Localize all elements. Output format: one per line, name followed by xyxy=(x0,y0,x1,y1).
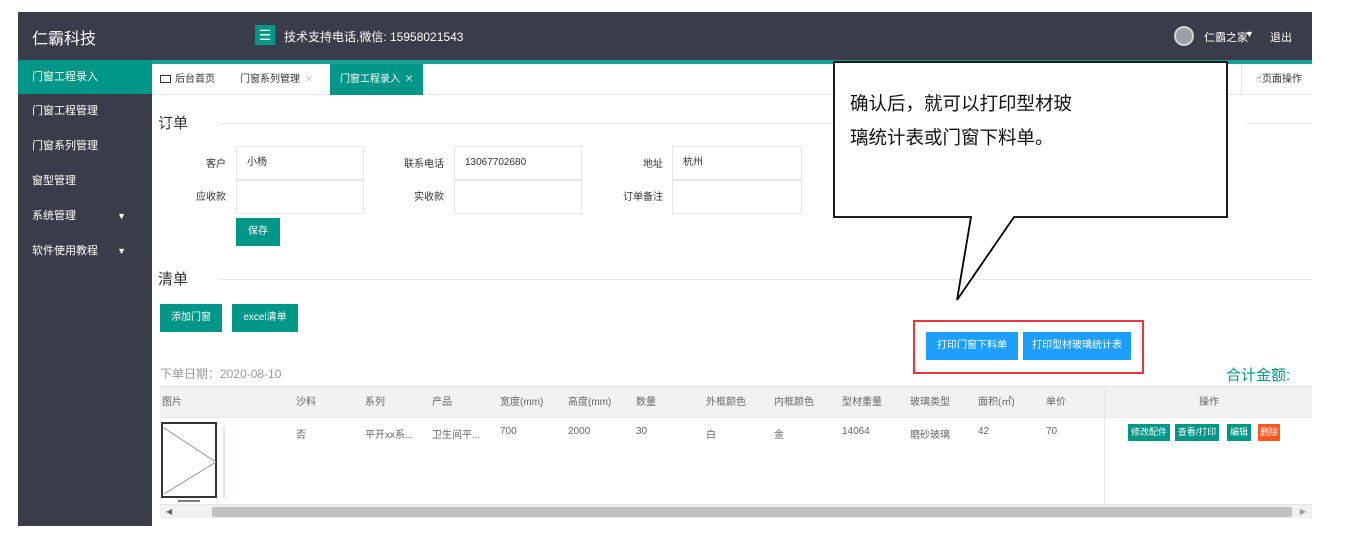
avatar[interactable] xyxy=(1174,26,1194,46)
view-print-button[interactable]: 查看/打印 xyxy=(1175,424,1219,441)
sidebar-item-label: 软件使用教程 xyxy=(32,245,98,257)
page-operations-button[interactable]: ☝页面操作 xyxy=(1240,64,1312,95)
scrollbar-thumb[interactable] xyxy=(212,507,1292,517)
column-header: 系列 xyxy=(365,397,385,408)
divider xyxy=(218,123,850,124)
column-header: 宽度(mm) xyxy=(500,397,544,408)
receivable-input[interactable] xyxy=(236,180,364,214)
logout-link[interactable]: 退出 xyxy=(1270,29,1292,45)
sidebar: 门窗工程录入 门窗工程管理 门窗系列管理 窗型管理 系统管理 ▼ 软件使用教程 … xyxy=(18,60,152,526)
sidebar-item-label: 门窗工程管理 xyxy=(32,105,98,117)
excel-list-button[interactable]: excel清单 xyxy=(232,304,298,332)
column-header: 产品 xyxy=(432,397,452,408)
divider xyxy=(160,123,176,124)
scroll-left-icon[interactable]: ◀ xyxy=(166,505,172,519)
order-note-input[interactable] xyxy=(672,180,802,214)
tab-project-entry[interactable]: 门窗工程录入 ✕ xyxy=(330,64,424,95)
total-amount-label: 合计金额: xyxy=(1226,367,1291,384)
sidebar-item-label: 门窗系列管理 xyxy=(32,140,98,152)
phone-input[interactable]: 13067702680 xyxy=(454,146,582,180)
sidebar-item-label: 窗型管理 xyxy=(32,175,76,187)
save-button[interactable]: 保存 xyxy=(236,218,280,246)
order-date: 下单日期：2020-08-10 xyxy=(160,367,282,381)
chevron-down-icon[interactable]: ▼ xyxy=(1245,29,1254,39)
cell-height: 2000 xyxy=(568,426,591,437)
sidebar-item-project-management[interactable]: 门窗工程管理 xyxy=(18,94,152,128)
sidebar-item-window-type[interactable]: 窗型管理 xyxy=(18,164,152,198)
column-header: 数量 xyxy=(636,397,656,408)
chevron-down-icon: ▼ xyxy=(117,246,126,256)
receivable-label: 应收款 xyxy=(196,192,226,203)
chevron-down-icon: ▼ xyxy=(117,211,126,221)
edit-accessories-button[interactable]: 修改配件 xyxy=(1128,424,1170,441)
cell-glass-type: 磨砂玻璃 xyxy=(910,430,950,441)
monitor-icon xyxy=(160,75,171,83)
column-header: 高度(mm) xyxy=(568,397,612,408)
cell-inner-color: 金 xyxy=(774,430,784,441)
cell-price: 70 xyxy=(1046,426,1058,437)
sidebar-item-project-entry[interactable]: 门窗工程录入 xyxy=(18,60,152,94)
column-header: 型材重量 xyxy=(842,397,882,408)
user-name[interactable]: 仁霸之家 xyxy=(1204,29,1248,45)
top-header: 仁霸科技 ☰ 技术支持电话,微信: 15958021543 仁霸之家 ▼ 退出 xyxy=(18,12,1312,60)
window-diagram-icon xyxy=(164,426,225,502)
tab-label: 后台首页 xyxy=(175,74,215,85)
sidebar-item-series-management[interactable]: 门窗系列管理 xyxy=(18,129,152,163)
sidebar-item-system-management[interactable]: 系统管理 ▼ xyxy=(18,199,152,233)
callout-line: 确认后，就可以打印型材玻 xyxy=(850,94,1073,115)
column-header: 单价 xyxy=(1046,397,1066,408)
column-header: 面积(㎡) xyxy=(978,397,1015,408)
cell-area: 42 xyxy=(978,426,990,437)
scroll-right-icon[interactable]: ▶ xyxy=(1300,505,1306,519)
cell-weight: 14064 xyxy=(842,426,870,437)
print-profile-glass-stats-button[interactable]: 打印型材玻璃统计表 xyxy=(1023,332,1131,360)
column-header: 沙料 xyxy=(296,397,316,408)
sidebar-item-label: 系统管理 xyxy=(32,210,76,222)
customer-input[interactable]: 小杨 xyxy=(236,146,364,180)
support-contact: 技术支持电话,微信: 15958021543 xyxy=(284,30,464,44)
add-window-button[interactable]: 添加门窗 xyxy=(160,304,222,332)
app-logo: 仁霸科技 xyxy=(32,31,97,48)
address-input[interactable]: 杭州 xyxy=(672,146,802,180)
operation-column xyxy=(1104,386,1312,506)
cell-width: 700 xyxy=(500,426,517,437)
cell-product: 卫生间平... xyxy=(432,430,481,441)
column-header: 外框颜色 xyxy=(706,397,746,408)
delete-button[interactable]: 删除 xyxy=(1258,424,1280,441)
received-input[interactable] xyxy=(454,180,582,214)
tab-dashboard[interactable]: 后台首页 xyxy=(160,64,215,95)
column-header: 图片 xyxy=(162,397,182,408)
tab-label: 门窗工程录入 xyxy=(340,74,400,85)
address-label: 地址 xyxy=(643,159,663,170)
phone-label: 联系电话 xyxy=(404,159,444,170)
callout-line: 璃统计表或门窗下料单。 xyxy=(850,128,1054,149)
sidebar-item-label: 门窗工程录入 xyxy=(32,71,98,83)
column-header: 内框颜色 xyxy=(774,397,814,408)
cell-screen: 否 xyxy=(296,430,306,441)
menu-toggle-icon[interactable]: ☰ xyxy=(255,25,275,45)
print-cutting-list-button[interactable]: 打印门窗下料单 xyxy=(926,332,1018,360)
received-label: 实收款 xyxy=(414,192,444,203)
column-header: 玻璃类型 xyxy=(910,397,950,408)
cell-quantity: 30 xyxy=(636,426,648,437)
edit-button[interactable]: 编辑 xyxy=(1227,424,1251,441)
callout-text: 确认后，就可以打印型材玻 璃统计表或门窗下料单。 xyxy=(850,88,1210,156)
tab-series-management[interactable]: 门窗系列管理 ✕ xyxy=(240,64,313,95)
divider xyxy=(160,279,176,280)
customer-label: 客户 xyxy=(206,159,226,170)
close-icon[interactable]: ✕ xyxy=(405,74,413,85)
close-icon[interactable]: ✕ xyxy=(305,74,313,85)
page-ops-label: 页面操作 xyxy=(1262,74,1302,85)
sidebar-item-tutorial[interactable]: 软件使用教程 ▼ xyxy=(18,234,152,268)
horizontal-scrollbar[interactable]: ◀ ▶ xyxy=(160,504,1312,518)
cell-outer-color: 白 xyxy=(706,430,716,441)
order-note-label: 订单备注 xyxy=(623,192,663,203)
tab-label: 门窗系列管理 xyxy=(240,74,300,85)
cell-series: 平开xx系... xyxy=(365,430,414,441)
divider xyxy=(1246,123,1312,124)
